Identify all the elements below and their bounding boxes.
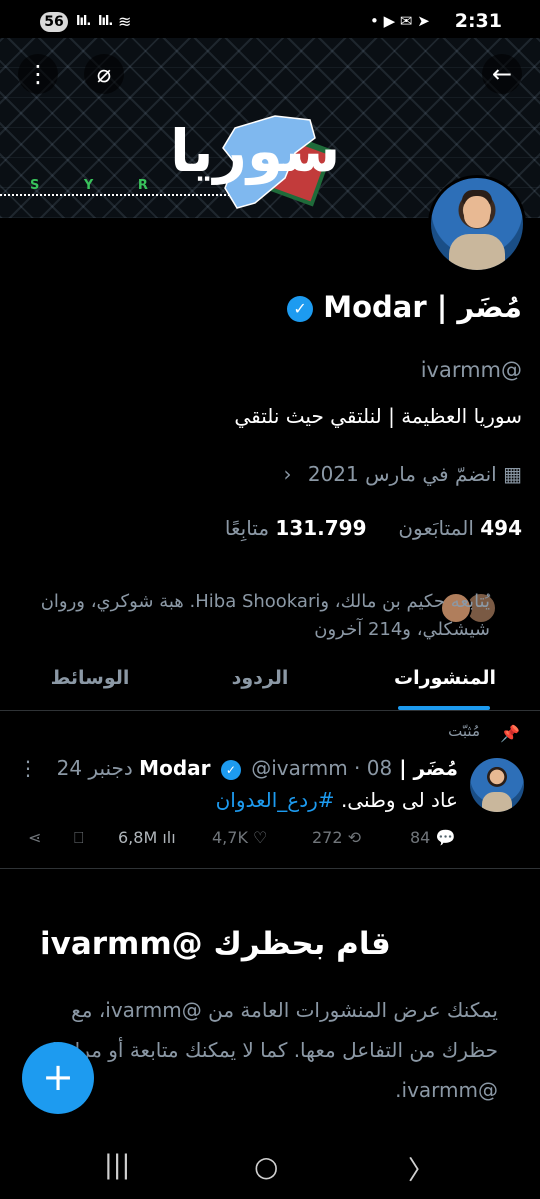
tab-posts[interactable]: المنشورات xyxy=(380,650,510,708)
profile-avatar[interactable] xyxy=(428,175,526,273)
display-name: مُضَر | Modar xyxy=(323,290,522,324)
tab-replies[interactable]: الردود xyxy=(200,650,320,708)
blocked-description: يمكنك عرض المنشورات العامة من @ivarmm، م… xyxy=(40,998,499,1102)
post-divider xyxy=(0,868,540,869)
verified-badge-icon[interactable]: ✓ xyxy=(287,296,314,322)
like-icon: ♡ xyxy=(253,828,268,847)
followers-count: 494 xyxy=(480,516,522,540)
bookmark-icon[interactable]: ⎕ xyxy=(74,828,84,848)
status-icons: • ▶ ✉ ➤ xyxy=(370,12,430,30)
post-text: عاد لى وطنى. xyxy=(340,788,458,812)
notification-count-badge: 56 xyxy=(40,12,68,32)
post-header: مُضَر | Modar ✓ @ivarmm · 08 دجنبر 24 xyxy=(57,756,458,780)
followers-label: المتابَعون xyxy=(398,516,474,540)
profile-handle: @ivarmm xyxy=(420,358,522,382)
signal-icon-2: lıl. xyxy=(98,14,113,29)
banner-subtext: S Y R xyxy=(30,178,168,193)
compose-button[interactable]: + xyxy=(22,1042,94,1114)
post-body: عاد لى وطنى. #ردع_العدوان xyxy=(216,788,458,812)
system-nav-bar: ||| ○ 〉 xyxy=(0,1140,540,1199)
calendar-icon: ▦ xyxy=(503,462,522,486)
replies-count: 84 xyxy=(410,828,431,847)
repost-button[interactable]: 272 ⟲ xyxy=(312,828,361,847)
pin-icon: 📌 xyxy=(500,724,520,743)
more-options-button[interactable]: ⋮ xyxy=(18,54,58,94)
banner-divider xyxy=(0,194,230,196)
joined-text: انضمّ في مارس 2021 xyxy=(307,462,497,486)
profile-bio: سوريا العظيمة | لنلتقي حيث نلتقي xyxy=(234,404,522,428)
views-count: 6,8M xyxy=(118,828,158,847)
verified-icon: ✓ xyxy=(220,759,241,780)
profile-name: مُضَر | Modar ✓ xyxy=(281,290,522,324)
back-button[interactable]: ← xyxy=(482,54,522,94)
repost-icon: ⟲ xyxy=(347,828,362,847)
reply-button[interactable]: 84 💬 xyxy=(410,828,455,847)
active-tab-indicator xyxy=(398,706,490,710)
reposts-count: 272 xyxy=(312,828,343,847)
system-back-button[interactable]: 〉 xyxy=(408,1150,434,1187)
follow-stats: 494 المتابَعون 131.799 متابِعًا xyxy=(225,516,522,540)
post-more-icon[interactable]: ⋮ xyxy=(18,756,38,780)
wifi-icon: ≋ xyxy=(118,12,132,31)
views-icon: ılı xyxy=(162,828,176,847)
post-actions: ⋖ ⎕ 6,8M ılı 4,7K ♡ 272 ⟲ 84 💬 xyxy=(0,822,540,856)
like-button[interactable]: 4,7K ♡ xyxy=(212,828,267,847)
following-link[interactable]: 131.799 متابِعًا xyxy=(225,516,367,540)
post-avatar[interactable] xyxy=(470,758,524,812)
following-count: 131.799 xyxy=(275,516,367,540)
clock: 2:31 xyxy=(454,10,502,32)
likes-count: 4,7K xyxy=(212,828,248,847)
share-icon[interactable]: ⋖ xyxy=(28,828,41,847)
views-button[interactable]: 6,8M ılı xyxy=(118,828,176,847)
reply-icon: 💬 xyxy=(435,828,456,847)
joined-date[interactable]: ▦ انضمّ في مارس 2021 ‹ xyxy=(284,462,523,486)
signal-icon: lıl. xyxy=(76,14,91,29)
blocked-title: قام بحظرك @ivarmm xyxy=(40,926,391,962)
banner-text: سوريا xyxy=(170,117,341,185)
followed-by-text[interactable]: يُتابعه حكيم بن مالك، وHiba Shookari. هب… xyxy=(20,588,490,644)
recents-button[interactable]: ||| xyxy=(104,1150,130,1180)
chevron-icon: ‹ xyxy=(283,462,292,486)
network-icon[interactable]: ⌀ xyxy=(84,54,124,94)
followers-link[interactable]: 494 المتابَعون xyxy=(398,516,522,540)
post-hashtag[interactable]: #ردع_العدوان xyxy=(216,788,335,812)
pinned-label: مُثبّت xyxy=(448,722,480,740)
following-label: متابِعًا xyxy=(224,516,270,540)
home-button[interactable]: ○ xyxy=(254,1150,278,1183)
tab-media[interactable]: الوسائط xyxy=(30,650,150,708)
profile-tabs: المنشورات الردود الوسائط xyxy=(0,650,540,711)
